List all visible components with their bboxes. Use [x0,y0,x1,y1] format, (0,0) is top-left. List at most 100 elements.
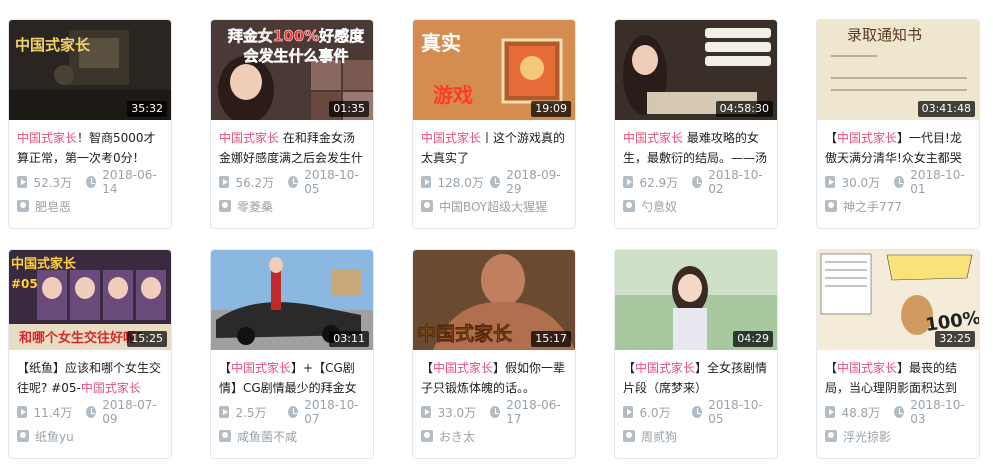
upload-date: 2018-06-17 [506,398,561,426]
user-icon [219,430,231,442]
video-card[interactable]: 中国式家长 #05 和哪个女生交往好呢? 15:25 【纸鱼】应该和哪个女生交往呢? #… [8,249,172,459]
uploader-row[interactable]: 浮光掠影 [825,428,971,444]
duration-badge: 19:09 [531,101,571,117]
title-prefix: 【 [421,361,434,375]
video-card[interactable]: 录取通知书 03:41:48 【中国式家长】一代目!龙傲天满分清华!众女主都哭 30.… [816,19,980,229]
video-card[interactable]: 04:29 【中国式家长】全女孩剧情片段（席梦来） 6.0万 2018-10-05 周贰… [614,249,778,459]
uploader-name[interactable]: 浮光掠影 [843,428,891,444]
video-card[interactable]: 拜金女100%好感度会发生什么事件 01:35 中国式家长 在和拜金女汤金娜好感度满… [210,19,374,229]
view-count: 2.5万 [235,405,267,420]
thumb-caption: 真实 [421,31,461,55]
play-count-icon [17,176,28,188]
video-thumbnail[interactable]: 100%! 32:25 [817,250,979,350]
video-stats: 56.2万 2018-10-05 [219,168,365,196]
uploader-name[interactable]: 周贰狗 [641,428,677,444]
duration-badge: 04:29 [733,331,773,347]
video-card[interactable]: 中国式家长 15:17 【中国式家长】假如你一辈子只锻炼体魄的话。。 33.0万 201… [412,249,576,459]
video-title[interactable]: 中国式家长 在和拜金女汤金娜好感度满之后会发生什么 [219,128,365,168]
duration-badge: 15:17 [531,331,571,347]
video-title[interactable]: 【中国式家长】一代目!龙傲天满分清华!众女主都哭 [825,128,971,168]
uploader-row[interactable]: 纸鱼yu [17,428,163,444]
play-count-icon [623,406,634,418]
uploader-name[interactable]: 肥皂恶 [35,198,71,214]
title-keyword: 中国式家长 [837,131,898,145]
uploader-name[interactable]: おき太 [439,428,475,444]
user-icon [825,200,837,212]
uploader-row[interactable]: 咸鱼菌不咸 [219,428,365,444]
video-title[interactable]: 【中国式家长】+【CG剧情】CG剧情最少的拜金女 [219,358,365,398]
uploader-row[interactable]: 周贰狗 [623,428,769,444]
clock-icon [489,176,501,188]
video-grid: 中国式家长 35:32 中国式家长！智商5000才算正常，第一次考0分！ 52.3万 2… [0,0,993,465]
uploader-row[interactable]: 零菱桑 [219,198,365,214]
uploader-name[interactable]: 纸鱼yu [35,428,74,444]
thumb-caption: 中国式家长 [417,322,513,345]
uploader-name[interactable]: 中国BOY超级大猩猩 [439,198,547,214]
video-title[interactable]: 中国式家长！智商5000才算正常，第一次考0分！ [17,128,163,168]
user-icon [623,200,635,212]
uploader-row[interactable]: 肥皂恶 [17,198,163,214]
clock-icon [691,176,703,188]
uploader-name[interactable]: 零菱桑 [237,198,273,214]
video-card[interactable]: 真实 游戏 19:09 中国式家长丨这个游戏真的太真实了 128.0万 2018-09-2… [412,19,576,229]
video-stats: 11.4万 2018-07-09 [17,398,163,426]
video-thumbnail[interactable]: 03:11 [211,250,373,350]
video-title[interactable]: 【中国式家长】最丧的结局，当心理阴影面积达到 [825,358,971,398]
clock-icon [691,406,703,418]
video-thumbnail[interactable]: 中国式家长 15:17 [413,250,575,350]
video-thumbnail[interactable]: 04:58:30 [615,20,777,120]
uploader-row[interactable]: 神之手777 [825,198,971,214]
video-title[interactable]: 中国式家长丨这个游戏真的太真实了 [421,128,567,168]
thumb-caption-2: #05 [11,277,38,291]
video-title[interactable]: 【中国式家长】全女孩剧情片段（席梦来） [623,358,769,398]
video-thumbnail[interactable]: 中国式家长 #05 和哪个女生交往好呢? 15:25 [9,250,171,350]
upload-date: 2018-10-02 [708,168,763,196]
uploader-name[interactable]: 咸鱼菌不咸 [237,428,297,444]
video-card[interactable]: 100%! 32:25 【中国式家长】最丧的结局，当心理阴影面积达到 48.8万 201… [816,249,980,459]
duration-badge: 15:25 [127,331,167,347]
video-stats: 30.0万 2018-10-01 [825,168,971,196]
video-thumbnail[interactable]: 拜金女100%好感度会发生什么事件 01:35 [211,20,373,120]
upload-date: 2018-10-05 [304,168,359,196]
user-icon [219,200,231,212]
play-count-icon [219,176,230,188]
duration-badge: 03:41:48 [917,101,975,117]
video-card[interactable]: 03:11 【中国式家长】+【CG剧情】CG剧情最少的拜金女 2.5万 2018-10… [210,249,374,459]
video-thumbnail[interactable]: 04:29 [615,250,777,350]
uploader-row[interactable]: 勺意奴 [623,198,769,214]
video-card[interactable]: 04:58:30 中国式家长 最难攻略的女生，最敷衍的结局。——汤 62.9万 201… [614,19,778,229]
view-count: 11.4万 [33,405,73,420]
play-count-icon [421,176,432,188]
view-count: 56.2万 [235,175,275,190]
duration-badge: 01:35 [329,101,369,117]
video-thumbnail[interactable]: 中国式家长 35:32 [9,20,171,120]
video-thumbnail[interactable]: 真实 游戏 19:09 [413,20,575,120]
title-keyword: 中国式家长 [421,131,482,145]
video-stats: 128.0万 2018-09-29 [421,168,567,196]
title-prefix: 【 [825,361,838,375]
video-title[interactable]: 【纸鱼】应该和哪个女生交往呢? #05-中国式家长 [17,358,163,398]
uploader-row[interactable]: 中国BOY超级大猩猩 [421,198,567,214]
uploader-name[interactable]: 神之手777 [843,198,902,214]
uploader-row[interactable]: おき太 [421,428,567,444]
video-title[interactable]: 【中国式家长】假如你一辈子只锻炼体魄的话。。 [421,358,567,398]
video-stats: 6.0万 2018-10-05 [623,398,769,426]
video-thumbnail[interactable]: 录取通知书 03:41:48 [817,20,979,120]
uploader-name[interactable]: 勺意奴 [641,198,677,214]
title-prefix: 【 [623,361,636,375]
play-count-icon [421,406,432,418]
user-icon [623,430,635,442]
clock-icon [287,176,299,188]
upload-date: 2018-09-29 [506,168,561,196]
video-card[interactable]: 中国式家长 35:32 中国式家长！智商5000才算正常，第一次考0分！ 52.3万 2… [8,19,172,229]
title-keyword: 中国式家长 [837,361,898,375]
title-prefix: 【 [219,361,232,375]
video-stats: 33.0万 2018-06-17 [421,398,567,426]
view-count: 33.0万 [437,405,477,420]
title-prefix: 【 [825,131,838,145]
thumb-caption: 录取通知书 [847,26,922,44]
title-keyword: 中国式家长 [219,131,280,145]
video-stats: 48.8万 2018-10-03 [825,398,971,426]
video-title[interactable]: 中国式家长 最难攻略的女生，最敷衍的结局。——汤 [623,128,769,168]
upload-date: 2018-07-09 [102,398,157,426]
